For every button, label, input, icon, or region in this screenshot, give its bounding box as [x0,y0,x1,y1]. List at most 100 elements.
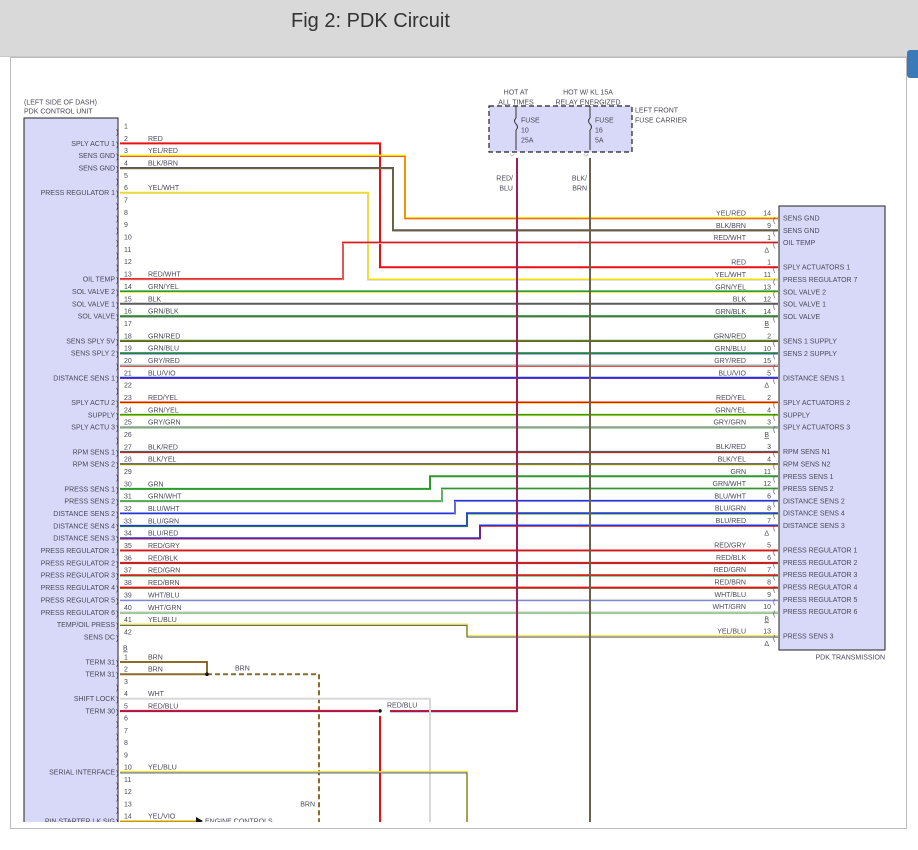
wire-color-label: GRY/GRN [713,420,746,427]
pin-number: 21 [124,370,132,377]
pin-number: 2 [767,395,771,402]
pin-label: SPLY ACTU 1 [71,141,115,148]
pin-label: SUPPLY [783,412,810,419]
pin-number: 10 [763,604,771,611]
connector-terminal-icon: ) [116,722,118,729]
pin-label: PRESS SENS 2 [64,499,115,506]
wire-color-label: RED [148,136,163,143]
pin-number: 3 [767,444,771,451]
pin-number: 32 [124,506,132,513]
wire-color-label: RED/BRN [714,580,746,587]
wire-blu-red [120,524,778,540]
connector-terminal-icon: ) [116,463,118,470]
pin-label: PRESS REGULATOR 4 [41,585,116,592]
connector-terminal-icon: ) [116,807,118,814]
connector-terminal-icon: ) [116,376,118,383]
wire-grn [120,475,778,490]
fuse-power-label: ALL TIMES [498,100,534,107]
wire-color-label: BLU/RED [148,531,178,538]
pin-number: 14 [124,284,132,291]
pin-number: 22 [124,383,132,390]
connector-terminal-icon: ) [116,561,118,568]
pin-label: DISTANCE SENS 1 [53,375,115,382]
connector-terminal-icon: ) [116,278,118,285]
pin-label: PRESS REGULATOR 3 [783,572,858,579]
wire-red [120,142,778,269]
pin-number: 27 [124,444,132,451]
pin-number: 28 [124,457,132,464]
pin-number: 5 [767,370,771,377]
pin-number: 12 [763,481,771,488]
wire-blu-wht [120,499,778,515]
pin-label: OIL TEMP [83,277,116,284]
connector-terminal-icon: ) [116,290,118,297]
pin-number: 17 [124,321,132,328]
connector-terminal-icon: ) [116,142,118,149]
wire-red-blu-fuse10 [390,158,518,712]
pin-number: 2 [124,667,128,674]
connector-terminal-icon: ) [116,216,118,223]
wire-color-label: WHT/GRN [713,604,746,611]
pin-label: DISTANCE SENS 4 [783,511,845,518]
connector-terminal-icon: ) [116,661,118,668]
pin-number: 24 [124,407,132,414]
fuse-carrier-name: FUSE CARRIER [635,118,687,125]
pin-number: 20 [124,358,132,365]
connector-terminal-icon: ) [116,475,118,482]
pin-number: 6 [767,555,771,562]
fuse-power-label: HOT AT [504,90,529,97]
connector-terminal-icon: ) [116,524,118,531]
wire-color-label: BLK/RED [148,444,178,451]
pin-number: 2 [767,334,771,341]
pin-label: RPM SENS N2 [783,462,831,469]
connector-b-marker: B [123,646,128,653]
pin-label: SENS DC [84,634,115,641]
pin-number: 13 [763,629,771,636]
pin-number: 6 [124,716,128,723]
pin-number: 11 [764,272,771,279]
wire-color-label: GRN/WHT [713,481,747,488]
pin-label: SENS GND [783,228,820,235]
connector-terminal-icon: ) [116,339,118,346]
pin-number: 5 [124,703,128,710]
pin-label: PRESS SENS 1 [783,474,834,481]
wire-color-label: BLK [148,296,162,303]
pin-label: RPM SENS 2 [73,462,116,469]
pin-number: 19 [124,346,132,353]
splice-dot [205,672,209,677]
wire-color-label: GRN/YEL [715,407,746,414]
wire-color-label: WHT/BLU [715,592,747,599]
fuse-power-label: HOT W/ KL 15A [563,90,613,97]
fuse-label: FUSE [521,118,540,125]
pin-number: 42 [124,629,132,636]
wire-color-label: GRN/RED [148,333,180,340]
wire-color-label: GRN/RED [714,334,746,341]
pin-label: DISTANCE SENS 1 [783,375,845,382]
wire-color-label: BLU/RED [716,518,746,525]
wire-color-label: YEL/WHT [715,272,747,279]
pin-number: 7 [124,198,128,205]
pin-label: PRESS REGULATOR 5 [41,597,116,604]
pin-label: SOL VALVE 1 [783,302,826,309]
connector-terminal-icon: ) [116,228,118,235]
pin-label: TEMP/OIL PRESS [57,622,115,629]
wire-color-label: BRN [148,655,163,662]
fuse-label: 5A [595,138,604,145]
connector-terminal-icon: ) [116,598,118,605]
pin-number: 9 [767,592,771,599]
pin-label: SERIAL INTERFACE [49,770,115,777]
pin-number: 11 [124,247,131,254]
pin-label: PRESS REGULATOR 5 [783,597,858,604]
pin-label: TERM 31 [85,660,115,667]
wire-color-label: RED/YEL [716,395,746,402]
connector-terminal-icon: ) [116,819,118,826]
pin-label: PRESS SENS 2 [783,486,834,493]
pin-number: 14 [763,211,771,218]
pin-label: PRESS SENS 3 [783,634,834,641]
pin-number: 8 [767,580,771,587]
connector-terminal-icon: ) [116,537,118,544]
fuse-wire-label: RED/ [496,176,513,183]
pin-label: PRESS REGULATOR 6 [41,610,116,617]
pin-number: 38 [124,580,132,587]
pin-number: 13 [124,272,132,279]
